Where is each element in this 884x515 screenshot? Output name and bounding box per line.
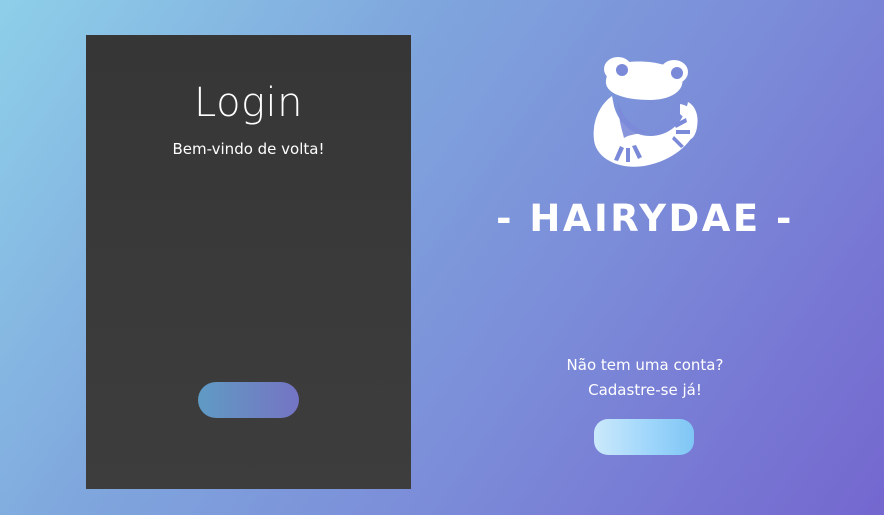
signup-prompt-line1: Não tem uma conta? xyxy=(566,356,724,374)
login-title: Login xyxy=(193,80,304,126)
login-button[interactable] xyxy=(198,382,299,418)
brand-name: - HAIRYDAE - xyxy=(496,197,794,240)
login-subtitle: Bem-vindo de volta! xyxy=(172,140,325,158)
signup-button[interactable] xyxy=(594,419,694,455)
frog-icon xyxy=(593,57,698,167)
signup-prompt-line2: Cadastre-se já! xyxy=(588,381,702,399)
login-panel: Login Bem-vindo de volta! xyxy=(86,35,411,489)
